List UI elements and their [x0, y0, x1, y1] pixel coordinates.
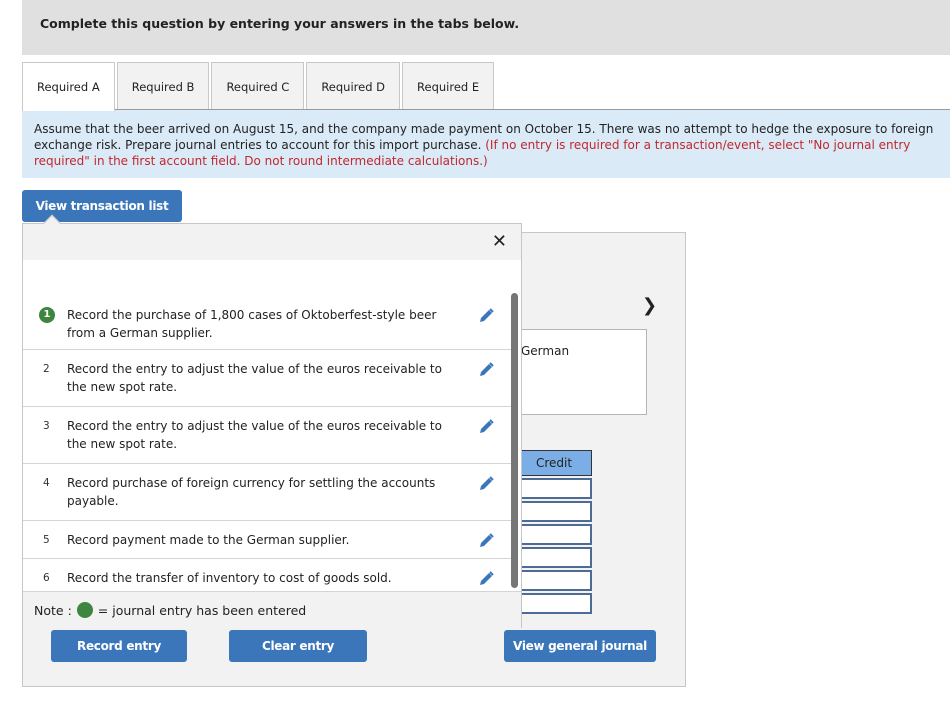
view-transaction-list-button[interactable]: View transaction list — [22, 190, 182, 222]
pencil-icon[interactable] — [477, 570, 495, 588]
transaction-description: German — [516, 329, 647, 415]
tab-required-a[interactable]: Required A — [22, 62, 115, 111]
header-text: Complete this question by entering your … — [40, 16, 520, 31]
credit-input[interactable] — [516, 478, 592, 499]
pencil-icon[interactable] — [477, 361, 495, 379]
transaction-text: Record purchase of foreign currency for … — [67, 476, 436, 508]
entered-dot-icon — [76, 602, 93, 618]
tab-required-d[interactable]: Required D — [306, 62, 401, 110]
transaction-list-popup: ✕ 1 Record the purchase of 1,800 cases of… — [22, 214, 522, 628]
instructions: Assume that the beer arrived on August 1… — [22, 110, 950, 178]
transaction-number: 6 — [43, 572, 50, 584]
note-prefix: Note : — [34, 602, 72, 618]
transaction-item[interactable]: 4 Record purchase of foreign currency for… — [23, 464, 513, 521]
transaction-text: Record the entry to adjust the value of … — [67, 419, 442, 451]
tab-bar: Required A Required B Required C Require… — [22, 62, 496, 111]
tab-required-c[interactable]: Required C — [211, 62, 305, 110]
tab-required-b[interactable]: Required B — [116, 62, 210, 110]
transaction-item[interactable]: 5 Record payment made to the German suppl… — [23, 521, 513, 559]
pencil-icon[interactable] — [477, 532, 495, 550]
transaction-text: Record payment made to the German suppli… — [67, 533, 350, 547]
legend-note: Note : = journal entry has been entered — [23, 591, 521, 628]
clear-entry-button[interactable]: Clear entry — [229, 630, 367, 662]
tab-required-e[interactable]: Required E — [402, 62, 495, 110]
transaction-number: 2 — [43, 363, 50, 375]
credit-header: Credit — [516, 450, 592, 476]
transaction-item[interactable]: 3 Record the entry to adjust the value of… — [23, 407, 513, 464]
transaction-text: Record the transfer of inventory to cost… — [67, 571, 392, 585]
pencil-icon[interactable] — [477, 418, 495, 436]
record-entry-button[interactable]: Record entry — [51, 630, 187, 662]
question-header: Complete this question by entering your … — [22, 0, 950, 55]
entered-badge: 1 — [39, 307, 55, 323]
transaction-number: 3 — [43, 420, 50, 432]
popup-header: ✕ — [23, 224, 521, 260]
transaction-number: 4 — [43, 477, 50, 489]
credit-column: Credit — [516, 450, 592, 614]
transaction-text: Record the entry to adjust the value of … — [67, 362, 442, 394]
credit-input[interactable] — [516, 593, 592, 614]
credit-input[interactable] — [516, 570, 592, 591]
pencil-icon[interactable] — [477, 307, 495, 325]
transaction-item[interactable]: 1 Record the purchase of 1,800 cases of O… — [23, 294, 513, 350]
close-icon[interactable]: ✕ — [492, 231, 507, 252]
note-suffix: = journal entry has been entered — [97, 602, 307, 618]
transaction-number: 5 — [43, 534, 50, 546]
transaction-list: 1 Record the purchase of 1,800 cases of O… — [23, 294, 513, 597]
scrollbar[interactable] — [511, 293, 518, 588]
transaction-item[interactable]: 2 Record the entry to adjust the value of… — [23, 350, 513, 407]
pencil-icon[interactable] — [477, 475, 495, 493]
transaction-text: Record the purchase of 1,800 cases of Ok… — [67, 308, 437, 340]
chevron-right-icon[interactable]: ❯ — [642, 295, 657, 316]
credit-input[interactable] — [516, 524, 592, 545]
credit-input[interactable] — [516, 547, 592, 568]
view-general-journal-button[interactable]: View general journal — [504, 630, 656, 662]
credit-input[interactable] — [516, 501, 592, 522]
